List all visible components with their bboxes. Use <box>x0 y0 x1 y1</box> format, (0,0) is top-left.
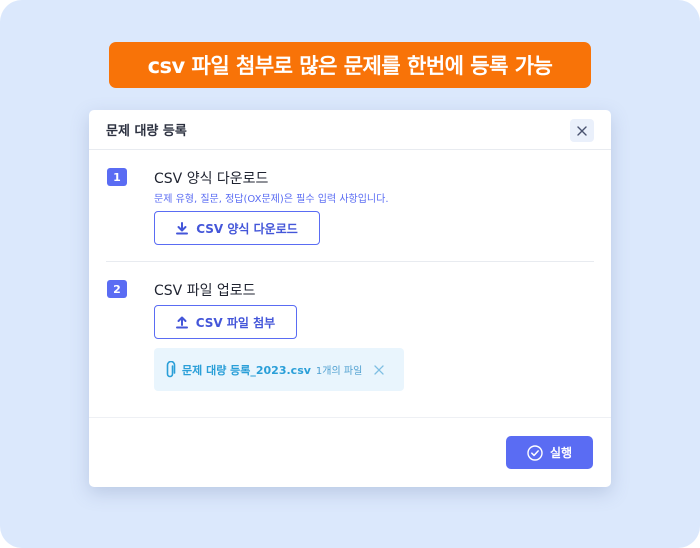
close-icon <box>577 125 587 136</box>
modal-header: 문제 대량 등록 <box>89 110 611 150</box>
download-button-label: CSV 양식 다운로드 <box>196 221 298 236</box>
step-number-badge: 2 <box>107 280 127 298</box>
step-title: CSV 파일 업로드 <box>154 283 256 299</box>
paperclip-icon <box>166 360 176 377</box>
footer-divider <box>89 417 611 418</box>
page-background: csv 파일 첨부로 많은 문제를 한번에 등록 가능 문제 대량 등록 1 C… <box>0 0 700 548</box>
download-icon <box>176 221 189 234</box>
attach-csv-button[interactable]: CSV 파일 첨부 <box>154 305 297 339</box>
step-number-badge: 1 <box>107 168 127 186</box>
close-button[interactable] <box>570 119 594 142</box>
run-button-label: 실행 <box>549 446 573 460</box>
file-count: 1개의 파일 <box>315 366 363 377</box>
section-divider <box>106 261 594 262</box>
close-icon <box>374 364 384 375</box>
file-name: 문제 대량 등록_2023.csv <box>182 363 311 377</box>
download-template-button[interactable]: CSV 양식 다운로드 <box>154 211 320 245</box>
banner-text: csv 파일 첨부로 많은 문제를 한번에 등록 가능 <box>147 54 553 78</box>
attached-file-chip: 문제 대량 등록_2023.csv 1개의 파일 <box>154 348 404 391</box>
remove-file-button[interactable] <box>374 364 384 375</box>
step-title: CSV 양식 다운로드 <box>154 171 269 187</box>
modal-title: 문제 대량 등록 <box>106 124 187 139</box>
check-circle-icon <box>527 444 543 461</box>
bulk-upload-modal: 문제 대량 등록 1 CSV 양식 다운로드 문제 유형, 질문, 정답(OX문… <box>89 110 611 487</box>
promo-banner: csv 파일 첨부로 많은 문제를 한번에 등록 가능 <box>109 42 591 88</box>
upload-icon <box>175 316 188 328</box>
run-button[interactable]: 실행 <box>506 436 593 469</box>
step-description: 문제 유형, 질문, 정답(OX문제)은 필수 입력 사항입니다. <box>154 194 389 205</box>
upload-button-label: CSV 파일 첨부 <box>195 315 276 330</box>
